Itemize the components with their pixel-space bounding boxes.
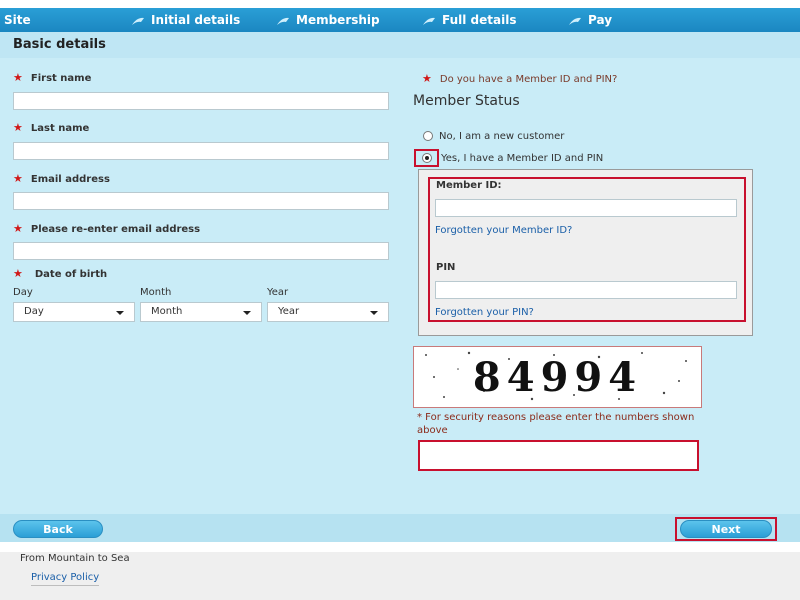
forgot-pin-link[interactable]: Forgotten your PIN? [435, 307, 534, 318]
asterisk-icon: ★ [13, 172, 23, 185]
nav-step-membership[interactable]: Membership [276, 8, 380, 32]
year-select[interactable]: Year [267, 302, 389, 322]
pin-input[interactable] [435, 281, 737, 299]
radio-highlight [414, 149, 439, 167]
radio-existing-member-label: Yes, I have a Member ID and PIN [441, 153, 604, 164]
asterisk-icon: ★ [13, 222, 23, 235]
nav-step-label: Pay [588, 13, 613, 27]
nav-step-full-details[interactable]: Full details [422, 8, 516, 32]
dob-label-text: Date of birth [34, 269, 108, 280]
header-band [0, 32, 800, 58]
dob-label: ★ Date of birth [13, 267, 107, 280]
nav-step-initial-details[interactable]: Initial details [131, 8, 240, 32]
member-question-text: Do you have a Member ID and PIN? [439, 74, 618, 85]
pin-label: PIN [436, 262, 456, 273]
progress-nav: Site Initial details Membership Full det… [0, 8, 800, 32]
captcha-note: * For security reasons please enter the … [417, 412, 695, 436]
last-name-input[interactable] [13, 142, 389, 160]
last-name-label: ★ Last name [13, 121, 89, 134]
asterisk-icon: ★ [13, 71, 23, 84]
day-select-value: Day [24, 306, 44, 317]
nav-step-pay[interactable]: Pay [568, 8, 612, 32]
captcha-input[interactable] [418, 440, 699, 471]
page-title: Basic details [13, 37, 106, 52]
month-select[interactable]: Month [140, 302, 262, 322]
day-label: Day [13, 287, 33, 298]
day-select[interactable]: Day [13, 302, 135, 322]
captcha-image: 84994 [413, 346, 702, 408]
radio-existing-member[interactable]: Yes, I have a Member ID and PIN [422, 153, 603, 164]
nav-step-label: Full details [442, 13, 517, 27]
nav-step-label: Membership [296, 13, 380, 27]
captcha-digits: 84994 [472, 354, 643, 401]
member-question: ★ Do you have a Member ID and PIN? [422, 72, 617, 85]
next-highlight [675, 517, 777, 541]
first-name-input[interactable] [13, 92, 389, 110]
arrow-icon [569, 17, 581, 25]
asterisk-icon: ★ [13, 267, 23, 280]
privacy-policy-link[interactable]: Privacy Policy [31, 572, 100, 586]
radio-new-customer[interactable]: No, I am a new customer [423, 131, 564, 142]
member-status-heading: Member Status [413, 93, 520, 109]
back-button[interactable]: Back [13, 520, 103, 538]
first-name-label: ★ First name [13, 71, 91, 84]
radio-new-customer-label: No, I am a new customer [439, 131, 565, 142]
first-name-label-text: First name [30, 73, 92, 84]
email-label: ★ Email address [13, 172, 110, 185]
arrow-icon [132, 17, 144, 25]
month-select-value: Month [151, 306, 183, 317]
arrow-icon [277, 17, 289, 25]
radio-new-customer-control[interactable] [423, 131, 433, 141]
last-name-label-text: Last name [30, 123, 90, 134]
chevron-down-icon [243, 311, 251, 315]
year-select-value: Year [278, 306, 300, 317]
email-input[interactable] [13, 192, 389, 210]
member-id-input[interactable] [435, 199, 737, 217]
email-label-text: Email address [30, 174, 110, 185]
nav-site[interactable]: Site [4, 8, 31, 32]
nav-step-label: Initial details [151, 13, 241, 27]
forgot-member-id-link[interactable]: Forgotten your Member ID? [435, 225, 572, 236]
footer-tagline: From Mountain to Sea [20, 553, 130, 564]
month-label: Month [140, 287, 172, 298]
reenter-email-input[interactable] [13, 242, 389, 260]
member-id-label: Member ID: [436, 180, 502, 191]
year-label: Year [267, 287, 289, 298]
arrow-icon [423, 17, 435, 25]
reenter-email-label: ★ Please re-enter email address [13, 222, 200, 235]
chevron-down-icon [370, 311, 378, 315]
asterisk-icon: ★ [13, 121, 23, 134]
asterisk-icon: ★ [422, 72, 432, 85]
reenter-email-label-text: Please re-enter email address [30, 224, 201, 235]
chevron-down-icon [116, 311, 124, 315]
